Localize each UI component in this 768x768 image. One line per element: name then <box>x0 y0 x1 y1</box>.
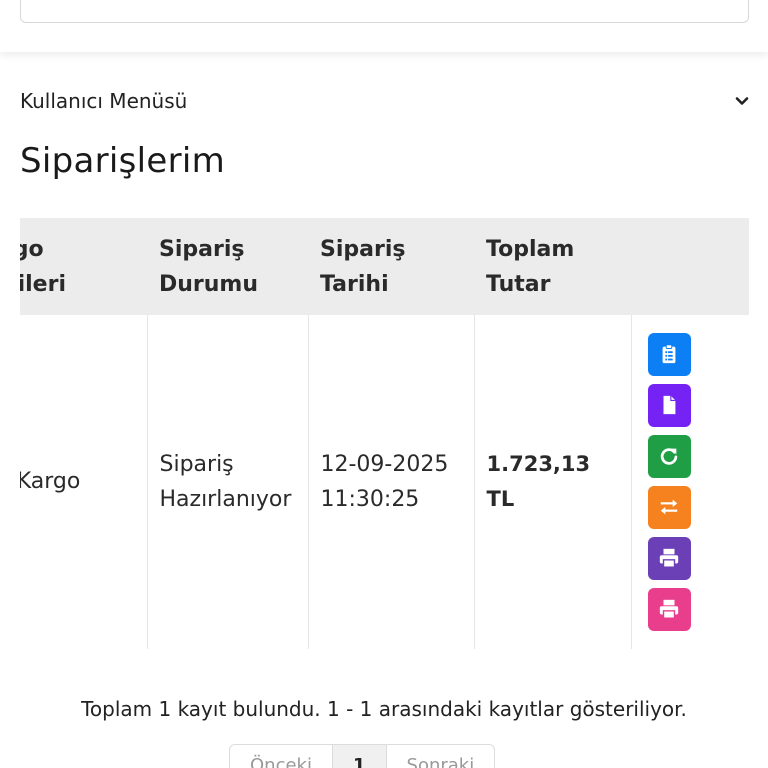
header-total: Toplam Tutar <box>486 236 575 297</box>
chevron-down-icon <box>734 93 750 109</box>
cell-actions <box>630 315 749 649</box>
pagination-prev[interactable]: Önceki <box>230 745 333 768</box>
return-exchange-button[interactable] <box>647 485 691 529</box>
document-icon <box>663 396 676 415</box>
cell-cargo: PTT Kargo <box>20 315 147 649</box>
table-header-row: KargoBilgileri SiparişDurumu SiparişTari… <box>20 218 749 315</box>
pagination-next[interactable]: Sonraki <box>387 745 495 768</box>
user-menu-label: Kullanıcı Menüsü <box>20 89 188 113</box>
order-detail-button[interactable] <box>647 332 691 376</box>
user-menu-toggle[interactable]: Kullanıcı Menüsü <box>20 84 750 118</box>
print-icon <box>659 549 679 569</box>
pagination: Önceki 1 Sonraki <box>229 744 496 768</box>
exchange-icon <box>660 499 678 515</box>
header-cargo: KargoBilgileri <box>20 236 66 297</box>
print-label-button[interactable] <box>647 587 691 631</box>
clipboard-list-icon <box>662 344 676 364</box>
top-panel <box>0 0 768 52</box>
invoice-button[interactable] <box>647 383 691 427</box>
header-date: Sipariş Tarihi <box>320 236 406 297</box>
print-button[interactable] <box>647 536 691 580</box>
table-row: PTT Kargo SiparişHazırlanıyor 12-09-2025… <box>20 315 749 649</box>
refresh-icon <box>660 448 678 465</box>
reorder-button[interactable] <box>647 434 691 478</box>
orders-table-container[interactable]: KargoBilgileri SiparişDurumu SiparişTari… <box>20 218 749 649</box>
records-summary: Toplam 1 kayıt bulundu. 1 - 1 arasındaki… <box>81 697 687 721</box>
top-input-box[interactable] <box>20 0 749 23</box>
cell-total: 1.723,13 TL <box>473 315 631 649</box>
cell-date: 12-09-2025 11:30:25 <box>307 315 474 649</box>
page-title: Siparişlerim <box>20 141 226 181</box>
orders-table: KargoBilgileri SiparişDurumu SiparişTari… <box>20 218 749 649</box>
cell-status: Sipariş Hazırlanıyor <box>146 315 308 649</box>
header-status: Sipariş Durumu <box>159 236 259 297</box>
header-actions <box>631 218 749 315</box>
pagination-current[interactable]: 1 <box>332 745 387 768</box>
print-icon <box>659 600 679 620</box>
